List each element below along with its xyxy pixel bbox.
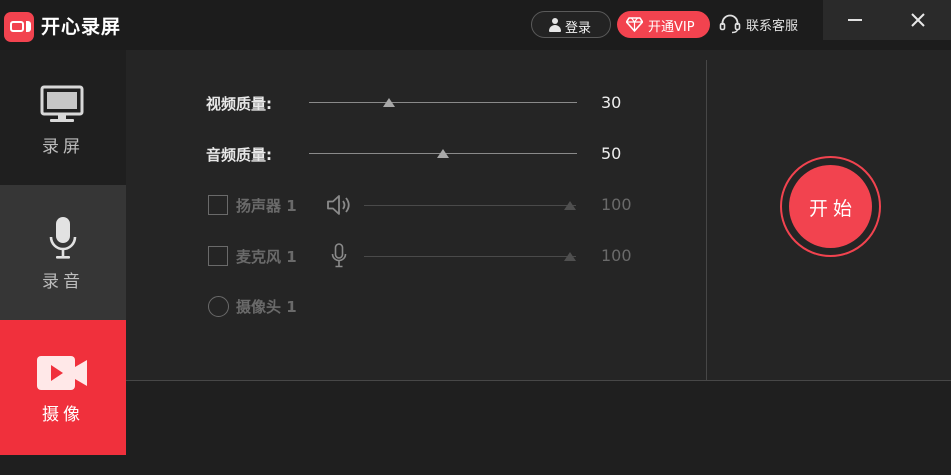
- vip-button[interactable]: 开通VIP: [617, 11, 710, 38]
- panel-divider: [706, 60, 707, 380]
- sidebar-item-label: 录音: [42, 272, 84, 292]
- video-quality-label: 视频质量:: [206, 95, 272, 113]
- video-camera-icon: [37, 356, 87, 390]
- title-bar: 开心录屏 登录 开通VIP 联系客服: [0, 0, 951, 50]
- microphone-volume-slider[interactable]: [364, 252, 576, 262]
- video-quality-slider[interactable]: [309, 98, 577, 108]
- audio-quality-slider[interactable]: [309, 149, 577, 159]
- start-label: 开始: [808, 198, 857, 220]
- slider-thumb[interactable]: [437, 149, 449, 158]
- vip-label: 开通VIP: [648, 20, 695, 35]
- slider-thumb[interactable]: [564, 252, 576, 261]
- sidebar-item-label: 摄像: [42, 405, 84, 425]
- speaker-volume-slider[interactable]: [364, 201, 576, 211]
- minimize-icon: [848, 19, 862, 21]
- speaker-label: 扬声器 1: [236, 197, 297, 215]
- speaker-icon: [327, 195, 350, 215]
- close-icon: [911, 13, 925, 27]
- microphone-small-icon: [331, 243, 347, 268]
- app-title: 开心录屏: [41, 16, 122, 38]
- microphone-icon: [49, 217, 77, 259]
- bottom-panel: [126, 381, 951, 475]
- microphone-volume-value: 100: [601, 246, 632, 265]
- user-icon: [549, 18, 561, 32]
- video-quality-value: 30: [601, 93, 622, 112]
- slider-thumb[interactable]: [383, 98, 396, 107]
- service-label: 联系客服: [746, 19, 799, 34]
- sidebar-item-audio-record[interactable]: 录音: [0, 185, 126, 320]
- minimize-button[interactable]: [823, 0, 887, 40]
- speaker-volume-value: 100: [601, 195, 632, 214]
- diamond-icon: [626, 17, 643, 32]
- slider-thumb[interactable]: [564, 201, 576, 210]
- audio-quality-label: 音频质量:: [206, 146, 272, 164]
- login-button[interactable]: 登录: [531, 11, 611, 38]
- sidebar: 录屏 录音 摄像: [0, 50, 126, 475]
- monitor-icon: [40, 85, 84, 122]
- sidebar-item-camera[interactable]: 摄像: [0, 320, 126, 455]
- sidebar-item-screen-record[interactable]: 录屏: [0, 50, 126, 185]
- microphone-checkbox[interactable]: [208, 246, 228, 266]
- camera-label: 摄像头 1: [236, 298, 297, 316]
- microphone-label: 麦克风 1: [236, 248, 297, 266]
- app-logo-icon: [4, 12, 34, 42]
- camera-radio[interactable]: [208, 296, 229, 317]
- headset-icon: [719, 14, 741, 34]
- login-label: 登录: [565, 21, 592, 36]
- close-button[interactable]: [887, 0, 951, 40]
- speaker-checkbox[interactable]: [208, 195, 228, 215]
- audio-quality-value: 50: [601, 144, 622, 163]
- start-button[interactable]: 开始: [789, 165, 872, 248]
- sidebar-item-label: 录屏: [42, 137, 84, 157]
